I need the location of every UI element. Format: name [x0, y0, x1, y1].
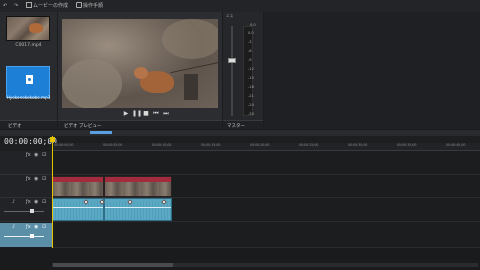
film-icon	[26, 2, 32, 8]
track-header-overlay: ƒx ◉ ⊡	[0, 151, 52, 175]
volume-slider-track[interactable]	[231, 26, 233, 116]
playhead-handle[interactable]	[50, 137, 55, 142]
music-volume-handle[interactable]	[30, 234, 34, 238]
ruler-label: 00:00:00;00	[54, 143, 74, 147]
db-label: -24	[248, 103, 254, 107]
video-clip[interactable]	[104, 176, 172, 197]
mute-icon[interactable]: ◉	[34, 199, 38, 205]
timeline-zoom-handle[interactable]	[90, 131, 112, 134]
timeline-lane-overlay[interactable]	[52, 151, 480, 175]
db-label: -15	[248, 76, 254, 80]
preview-panel-tab[interactable]: ビデオ プレビュー	[58, 120, 222, 129]
mixer-title: エス	[226, 14, 234, 18]
prev-frame-icon[interactable]: ⏮	[152, 110, 160, 118]
timeline-zoom-bar	[0, 130, 480, 136]
timeline-scroll-thumb[interactable]	[53, 263, 173, 267]
ruler-label: 00:00:10;00	[152, 143, 172, 147]
ruler-label: 00:00:35;00	[397, 143, 417, 147]
video-preview[interactable]	[62, 19, 218, 108]
mute-icon[interactable]: ◉	[34, 224, 38, 230]
track-header-audio: ♪ ƒx ◉ ⊡	[0, 198, 52, 222]
media-item-video[interactable]	[6, 16, 50, 41]
audio-clip[interactable]	[52, 198, 104, 221]
db-label: -18	[248, 85, 254, 89]
lock-icon[interactable]: ⊡	[42, 176, 46, 182]
db-label: -6	[248, 49, 252, 53]
media-item-label: C0017.mp4	[15, 43, 42, 48]
video-thumbnail-icon	[29, 23, 43, 33]
microphone-icon[interactable]: ♪	[12, 199, 15, 205]
db-label: -3	[248, 40, 252, 44]
empty-panel	[264, 12, 480, 129]
next-frame-icon[interactable]: ⏭	[162, 110, 170, 118]
lock-icon[interactable]: ⊡	[42, 199, 46, 205]
ruler-label: 00:00:25;00	[299, 143, 319, 147]
media-item-audio[interactable]	[6, 66, 50, 98]
guide-button[interactable]: 操作手順	[76, 2, 103, 10]
audio-file-icon	[26, 75, 33, 84]
main-toolbar: ↶ ↷ ムービーの作成 操作手順	[0, 0, 480, 12]
db-label: -30	[248, 112, 254, 116]
create-movie-button[interactable]: ムービーの作成	[26, 2, 68, 10]
fx-icon[interactable]: ƒx	[26, 152, 31, 158]
eye-icon[interactable]: ◉	[34, 152, 38, 158]
track-header-video: ƒx ◉ ⊡	[0, 175, 52, 198]
video-clip[interactable]	[52, 176, 104, 197]
eye-icon[interactable]: ◉	[34, 176, 38, 182]
db-label: -21	[248, 94, 254, 98]
fx-icon[interactable]: ƒx	[26, 224, 31, 230]
pause-icon[interactable]: ❚❚	[132, 110, 142, 118]
timeline-lane-music[interactable]	[52, 222, 480, 248]
music-volume-slider[interactable]	[4, 236, 44, 237]
volume-slider-handle[interactable]	[228, 58, 236, 63]
db-label: -12	[248, 67, 254, 71]
lock-icon[interactable]: ⊡	[42, 152, 46, 158]
media-panel-tab[interactable]: ビデオ	[0, 120, 57, 129]
fx-icon[interactable]: ƒx	[26, 199, 31, 205]
db-label: 0.0	[248, 31, 254, 35]
playback-controls: ▶ ❚❚ ■ ⏮ ⏭	[62, 109, 218, 119]
ruler-label: 00:00:30;00	[348, 143, 368, 147]
fx-icon[interactable]: ƒx	[26, 176, 31, 182]
ruler-label: 00:00:20;00	[250, 143, 270, 147]
music-icon[interactable]: ♪	[12, 224, 15, 230]
play-icon[interactable]: ▶	[122, 110, 130, 118]
db-label: -9	[248, 58, 252, 62]
redo-icon[interactable]: ↷	[14, 2, 18, 10]
ruler-label: 00:00:05;00	[103, 143, 123, 147]
ruler-label: 00:00:15;00	[201, 143, 221, 147]
stop-icon[interactable]: ■	[142, 110, 150, 118]
audio-volume-handle[interactable]	[30, 209, 34, 213]
mixer-panel-tab[interactable]: マスター	[223, 120, 263, 129]
audio-volume-slider[interactable]	[4, 211, 44, 212]
track-header-music-selected[interactable]: ♪ ƒx ◉ ⊡	[0, 223, 52, 247]
guide-icon	[76, 2, 82, 8]
lock-icon[interactable]: ⊡	[42, 224, 46, 230]
media-item-label: Hyokonokokobo.mp3	[6, 95, 51, 100]
ruler-label: 00:00:40;00	[446, 143, 466, 147]
undo-icon[interactable]: ↶	[3, 2, 7, 10]
